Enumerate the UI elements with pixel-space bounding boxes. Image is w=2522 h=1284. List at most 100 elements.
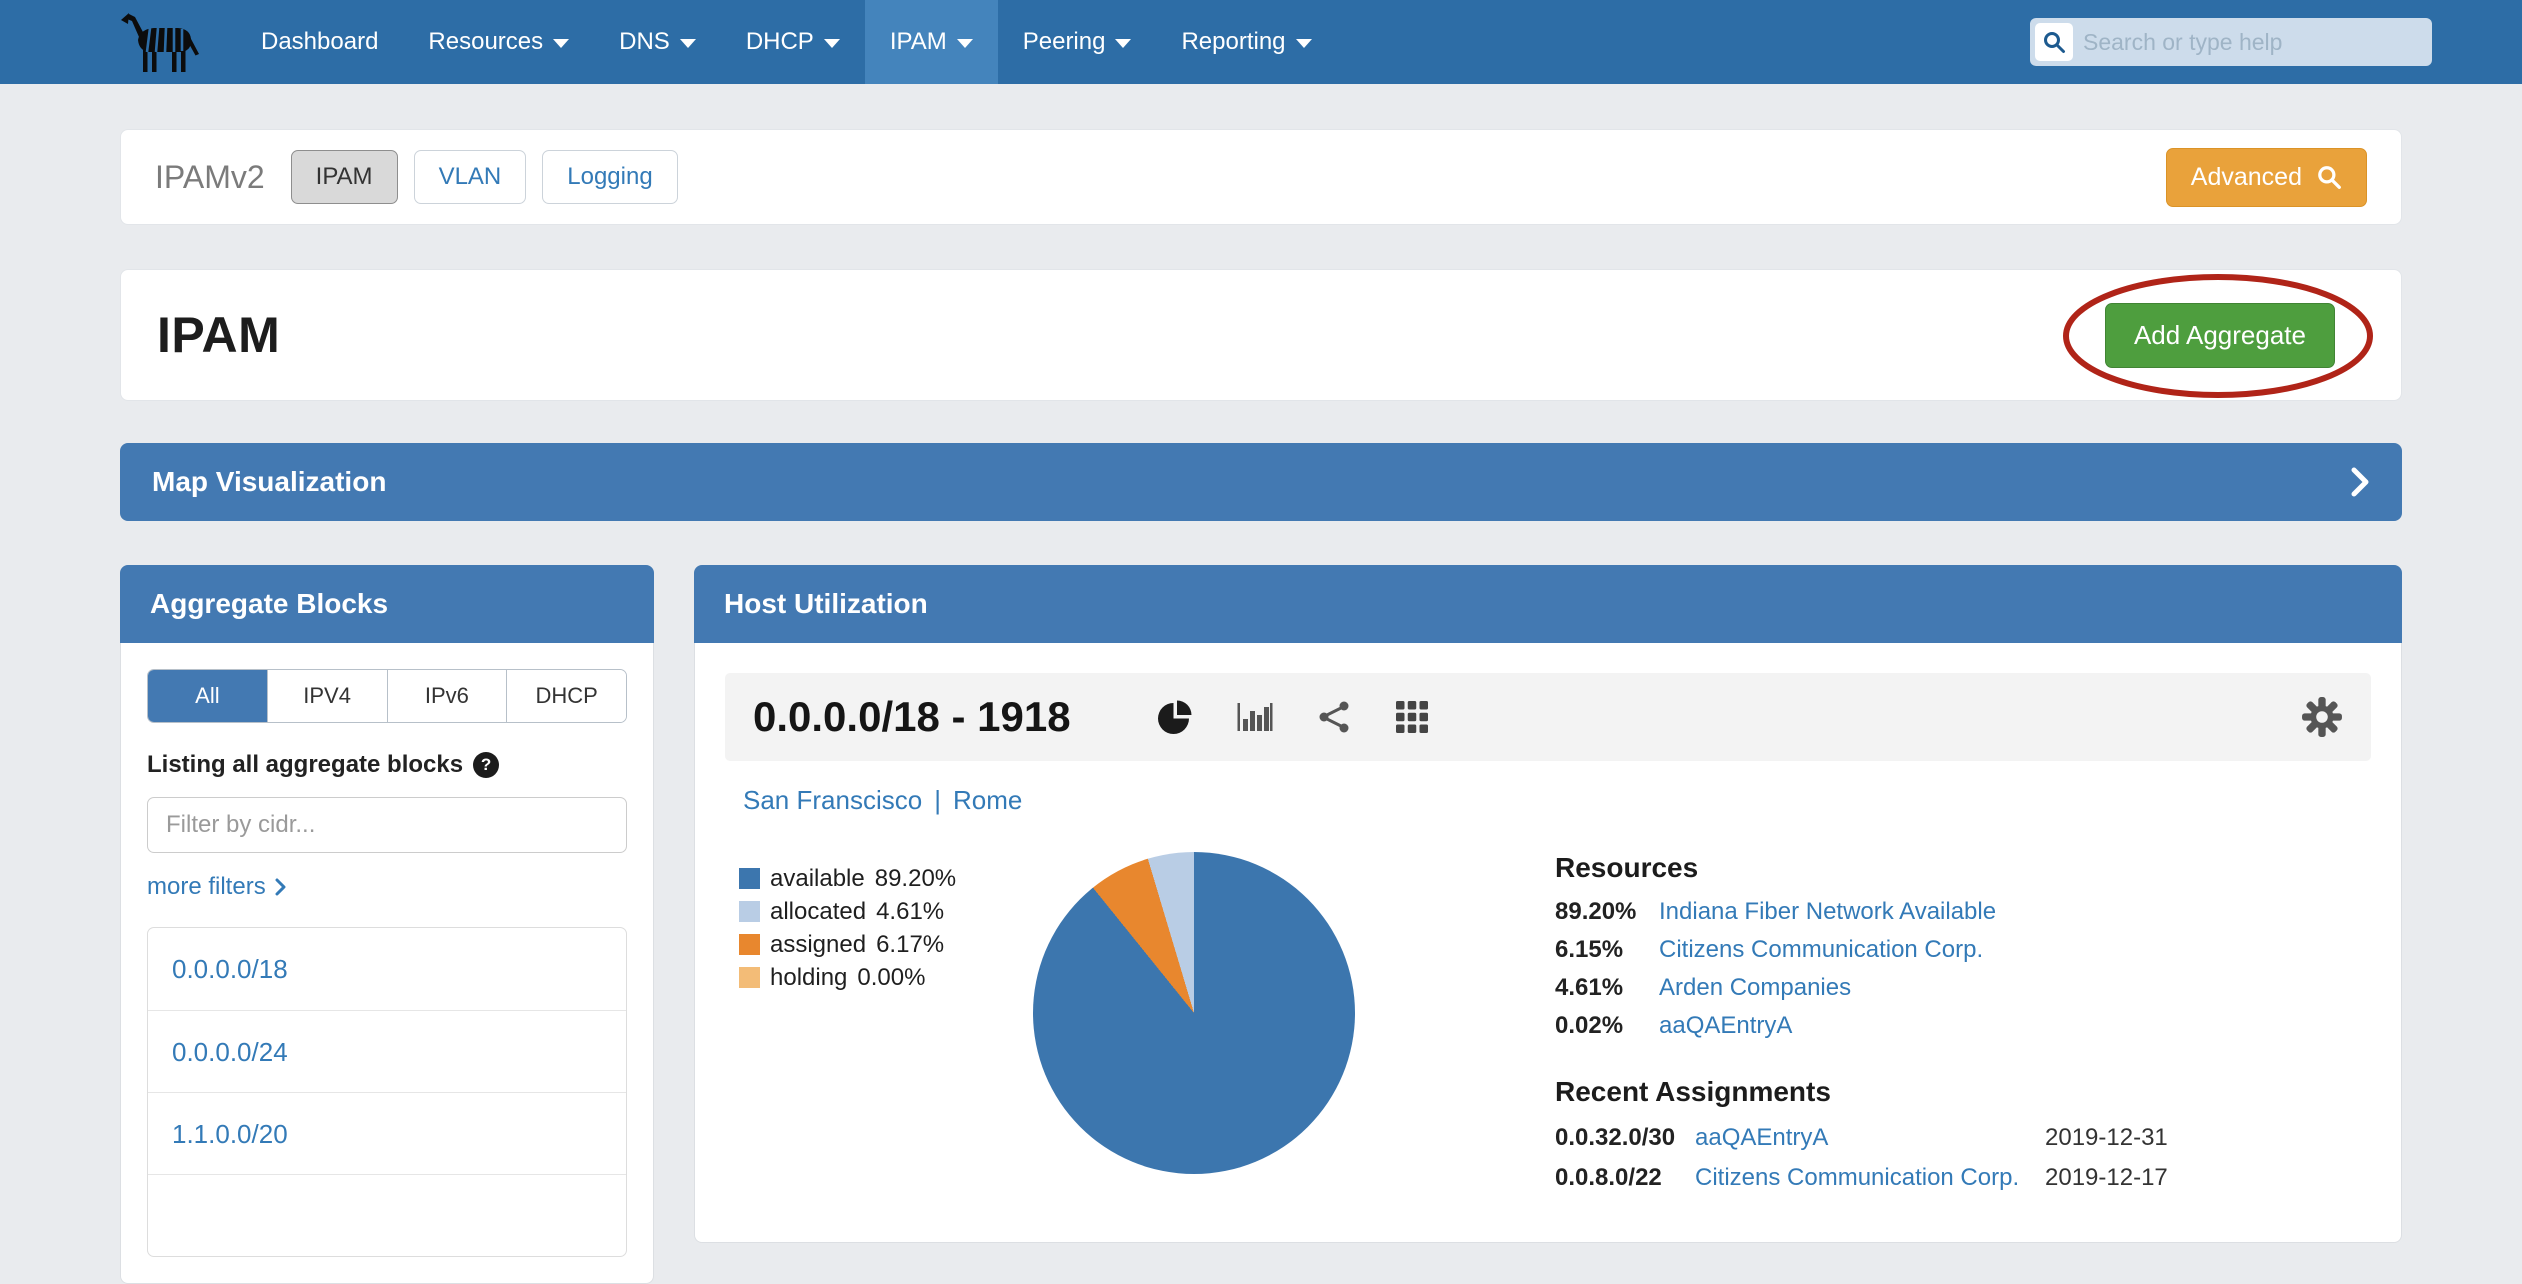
ipamv2-toolbar: IPAMv2 IPAM VLAN Logging Advanced [120,129,2402,225]
legend-pct: 6.17% [876,931,944,959]
nav-label: Reporting [1181,28,1285,56]
location-links: San Franscisco | Rome [725,785,2371,816]
aggregate-block-list: 0.0.0.0/18 0.0.0.0/24 1.1.0.0/20 [147,927,627,1257]
location-link-rome[interactable]: Rome [953,785,1022,816]
aggregate-block-link[interactable]: 1.1.0.0/20 [148,1092,626,1174]
nav-label: DNS [619,28,670,56]
nav-item-resources[interactable]: Resources [403,0,594,84]
host-utilization-body: 0.0.0.0/18 - 1918 [694,643,2402,1243]
ipam-header-card: IPAM Add Aggregate [120,269,2402,401]
view-toggle-icons [1157,699,1429,735]
filter-tab-ipv4[interactable]: IPV4 [267,670,387,722]
legend-swatch-assigned [739,934,760,955]
recent-resource-link[interactable]: aaQAEntryA [1695,1124,2045,1152]
utilization-strip: 0.0.0.0/18 - 1918 [725,673,2371,761]
more-filters-link[interactable]: more filters [147,873,286,901]
resource-link[interactable]: Indiana Fiber Network Available [1659,898,2168,926]
nav-item-ipam[interactable]: IPAM [865,0,998,84]
host-utilization-header: Host Utilization [694,565,2402,643]
legend-pct: 89.20% [875,865,956,893]
recent-assignments-title: Recent Assignments [1555,1076,2168,1108]
nav-item-dashboard[interactable]: Dashboard [236,0,403,84]
nav-item-dhcp[interactable]: DHCP [721,0,865,84]
recent-assignments-list: 0.0.32.0/30 aaQAEntryA 2019-12-31 0.0.8.… [1555,1124,2168,1192]
legend-swatch-allocated [739,901,760,922]
recent-cidr: 0.0.32.0/30 [1555,1124,1695,1152]
aggregate-blocks-panel: Aggregate Blocks All IPV4 IPv6 DHCP List… [120,565,654,1284]
legend-label: holding [770,964,847,992]
search-input[interactable] [2083,29,2427,56]
advanced-search-button[interactable]: Advanced [2166,148,2367,207]
listing-label: Listing all aggregate blocks [147,751,463,779]
nav-item-peering[interactable]: Peering [998,0,1157,84]
host-utilization-panel: Host Utilization 0.0.0.0/18 - 1918 [694,565,2402,1243]
legend-label: allocated [770,898,866,926]
filter-tab-dhcp[interactable]: DHCP [506,670,626,722]
add-aggregate-button[interactable]: Add Aggregate [2105,303,2335,368]
caret-down-icon [1115,39,1131,48]
panel-title: Aggregate Blocks [150,588,388,620]
panels-row: Aggregate Blocks All IPV4 IPv6 DHCP List… [120,565,2402,1284]
help-icon[interactable] [473,752,499,778]
resources-list: 89.20% Indiana Fiber Network Available 6… [1555,898,2168,1040]
nav-label: IPAM [890,28,947,56]
map-bar-label: Map Visualization [152,466,386,498]
resource-link[interactable]: Citizens Communication Corp. [1659,936,2168,964]
more-filters-label: more filters [147,873,266,901]
map-visualization-bar[interactable]: Map Visualization [120,443,2402,521]
provision-zebra-logo[interactable] [0,0,236,84]
legend-item-holding: holding 0.00% [739,961,1025,994]
nav-label: DHCP [746,28,814,56]
nav-label: Dashboard [261,28,378,56]
gear-icon[interactable] [2301,696,2343,738]
cidr-filter-input[interactable] [147,797,627,853]
location-link-san-franscisco[interactable]: San Franscisco [743,785,922,816]
nav-item-dns[interactable]: DNS [594,0,721,84]
resource-link[interactable]: aaQAEntryA [1659,1012,2168,1040]
legend-swatch-available [739,868,760,889]
chevron-right-icon [2350,466,2370,498]
bar-chart-icon[interactable] [1237,699,1273,735]
aggregate-block-link-partial[interactable] [148,1174,626,1256]
page-title: IPAM [157,306,280,364]
legend-swatch-holding [739,967,760,988]
nav-item-reporting[interactable]: Reporting [1156,0,1336,84]
filter-tab-all[interactable]: All [148,670,267,722]
aggregate-blocks-body: All IPV4 IPv6 DHCP Listing all aggregate… [120,643,654,1284]
pie-chart-icon[interactable] [1157,699,1193,735]
resource-pct: 4.61% [1555,974,1659,1002]
resource-pct: 89.20% [1555,898,1659,926]
filter-tab-ipv6[interactable]: IPv6 [387,670,507,722]
legend-item-allocated: allocated 4.61% [739,895,1025,928]
caret-down-icon [553,39,569,48]
nav-label: Resources [428,28,543,56]
chevron-right-icon [274,878,286,896]
utilization-block-title: 0.0.0.0/18 - 1918 [753,693,1071,741]
resources-column: Resources 89.20% Indiana Fiber Network A… [1555,852,2168,1192]
toolbar-title: IPAMv2 [155,159,265,196]
aggregate-blocks-header: Aggregate Blocks [120,565,654,643]
grid-view-icon[interactable] [1395,700,1429,734]
legend-item-assigned: assigned 6.17% [739,928,1025,961]
recent-resource-link[interactable]: Citizens Communication Corp. [1695,1164,2045,1192]
search-icon[interactable] [2035,23,2073,61]
resources-title: Resources [1555,852,2168,884]
location-separator: | [934,785,941,816]
recent-cidr: 0.0.8.0/22 [1555,1164,1695,1192]
caret-down-icon [824,39,840,48]
utilization-content: available 89.20% allocated 4.61% assigne… [725,852,2371,1192]
top-navbar: Dashboard Resources DNS DHCP IPAM Peerin… [0,0,2522,84]
resource-pct: 6.15% [1555,936,1659,964]
pie-legend: available 89.20% allocated 4.61% assigne… [725,852,1025,994]
listing-row: Listing all aggregate blocks [147,751,627,779]
share-icon[interactable] [1317,700,1351,734]
aggregate-block-link[interactable]: 0.0.0.0/24 [148,1010,626,1092]
caret-down-icon [1296,39,1312,48]
resource-link[interactable]: Arden Companies [1659,974,2168,1002]
caret-down-icon [680,39,696,48]
tab-vlan[interactable]: VLAN [414,150,527,204]
aggregate-block-link[interactable]: 0.0.0.0/18 [148,928,626,1010]
tab-ipam[interactable]: IPAM [291,150,398,204]
tab-logging[interactable]: Logging [542,150,677,204]
utilization-pie[interactable] [1033,852,1355,1174]
